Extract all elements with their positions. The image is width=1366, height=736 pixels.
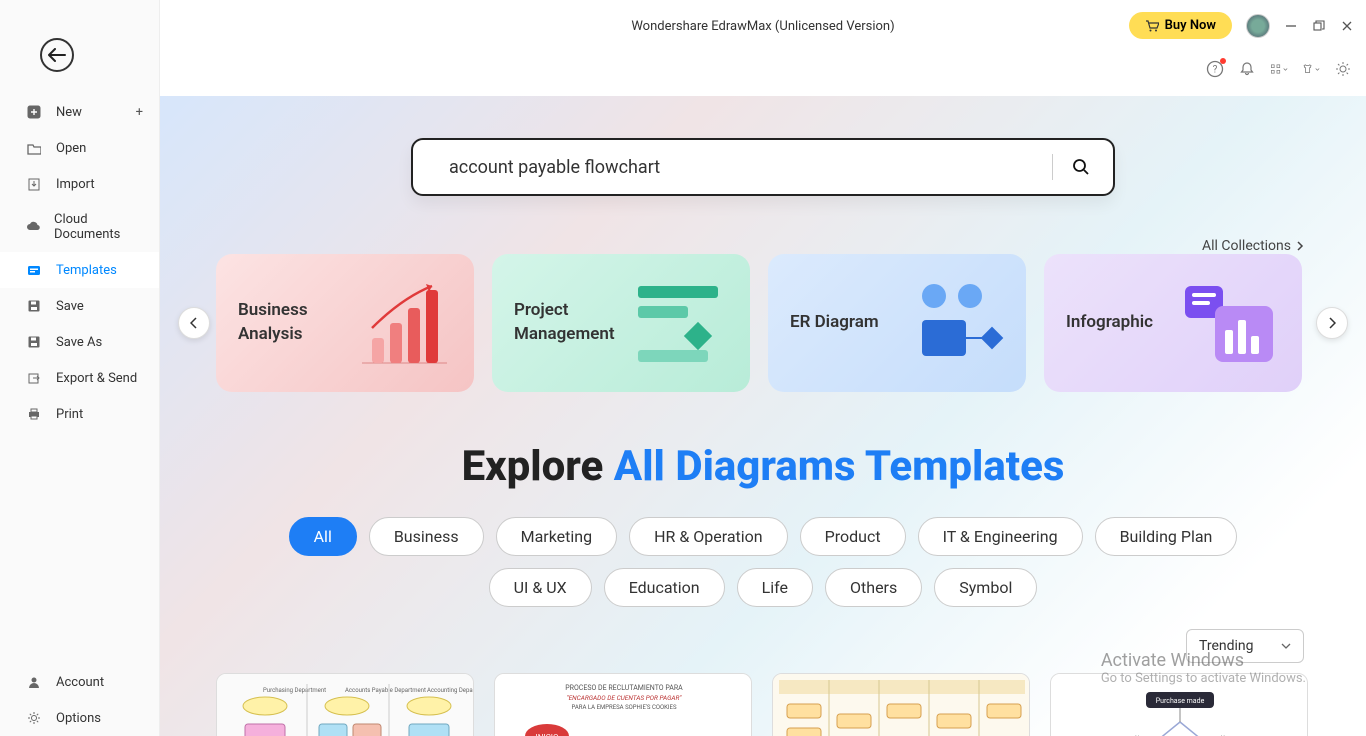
filter-chip-business[interactable]: Business bbox=[369, 517, 484, 556]
category-card-er-diagram[interactable]: ER Diagram bbox=[768, 254, 1026, 392]
apps-icon[interactable] bbox=[1270, 60, 1288, 78]
page-heading: Explore All Diagrams Templates bbox=[160, 442, 1366, 491]
template-thumbnail[interactable]: PROCESO DE RECLUTAMIENTO PARA "ENCARGADO … bbox=[494, 673, 752, 736]
sidebar-item-label: Options bbox=[56, 711, 101, 726]
template-thumbnail[interactable] bbox=[772, 673, 1030, 736]
filter-chip-others[interactable]: Others bbox=[825, 568, 922, 607]
sidebar-item-open[interactable]: Open bbox=[0, 130, 159, 166]
search-icon bbox=[1072, 158, 1090, 176]
sidebar-item-new[interactable]: New + bbox=[0, 94, 159, 130]
print-icon bbox=[26, 406, 42, 422]
carousel-prev-button[interactable] bbox=[178, 307, 210, 339]
template-thumbnail[interactable]: Purchasing Department Accounts Payable De… bbox=[216, 673, 474, 736]
gear-icon[interactable] bbox=[1334, 60, 1352, 78]
account-icon bbox=[26, 674, 42, 690]
main-area: Wondershare EdrawMax (Unlicensed Version… bbox=[160, 0, 1366, 736]
plus-icon: + bbox=[136, 105, 143, 120]
buy-now-button[interactable]: Buy Now bbox=[1129, 12, 1232, 39]
svg-text:PROCESO DE RECLUTAMIENTO PARA: PROCESO DE RECLUTAMIENTO PARA bbox=[565, 684, 683, 692]
bell-icon[interactable] bbox=[1238, 60, 1256, 78]
sidebar: New + Open Import Cloud Documents Templates Sa… bbox=[0, 0, 160, 736]
category-card-project-management[interactable]: Project Management bbox=[492, 254, 750, 392]
sort-dropdown[interactable]: Trending bbox=[1186, 629, 1304, 663]
import-icon bbox=[26, 176, 42, 192]
help-icon[interactable]: ? bbox=[1206, 60, 1224, 78]
options-icon bbox=[26, 710, 42, 726]
sidebar-item-label: Print bbox=[56, 407, 83, 422]
filter-chip-life[interactable]: Life bbox=[737, 568, 813, 607]
filter-chips: All Business Marketing HR & Operation Produc… bbox=[160, 517, 1366, 607]
cloud-documents-icon bbox=[26, 219, 40, 235]
sidebar-item-label: Import bbox=[56, 177, 95, 192]
search-button[interactable] bbox=[1069, 155, 1093, 179]
sidebar-item-label: Cloud Documents bbox=[54, 212, 143, 242]
new-icon bbox=[26, 104, 42, 120]
chevron-right-icon bbox=[1297, 241, 1304, 251]
filter-chip-it-engineering[interactable]: IT & Engineering bbox=[918, 517, 1083, 556]
arrow-left-icon bbox=[48, 48, 66, 62]
sidebar-item-save-as[interactable]: Save As bbox=[0, 324, 159, 360]
open-icon bbox=[26, 140, 42, 156]
app-title: Wondershare EdrawMax (Unlicensed Version… bbox=[631, 19, 894, 34]
template-thumbnail[interactable]: Purchase madeCreate Invoicefrom Template… bbox=[1050, 673, 1308, 736]
sidebar-item-label: Account bbox=[56, 675, 104, 690]
sidebar-item-label: Templates bbox=[56, 263, 117, 278]
category-card-infographic[interactable]: Infographic bbox=[1044, 254, 1302, 392]
sidebar-item-templates[interactable]: Templates bbox=[0, 252, 159, 288]
svg-text:?: ? bbox=[1213, 65, 1218, 76]
filter-chip-education[interactable]: Education bbox=[604, 568, 725, 607]
templates-icon bbox=[26, 262, 42, 278]
search-input[interactable] bbox=[449, 157, 1036, 178]
sidebar-item-account[interactable]: Account bbox=[0, 664, 159, 700]
secondary-toolbar: ? bbox=[1206, 60, 1352, 78]
title-bar: Wondershare EdrawMax (Unlicensed Version… bbox=[160, 0, 1366, 50]
svg-text:Accounts Payable Department: Accounts Payable Department bbox=[345, 687, 426, 694]
sidebar-item-save[interactable]: Save bbox=[0, 288, 159, 324]
tshirt-icon[interactable] bbox=[1302, 60, 1320, 78]
filter-chip-marketing[interactable]: Marketing bbox=[496, 517, 617, 556]
category-card-business-analysis[interactable]: Business Analysis bbox=[216, 254, 474, 392]
svg-text:"ENCARGADO DE CUENTAS POR PAGA: "ENCARGADO DE CUENTAS POR PAGAR" bbox=[567, 694, 683, 702]
sidebar-item-print[interactable]: Print bbox=[0, 396, 159, 432]
filter-chip-product[interactable]: Product bbox=[800, 517, 906, 556]
filter-chip-all[interactable]: All bbox=[289, 517, 357, 556]
minimize-button[interactable] bbox=[1284, 19, 1298, 33]
cart-icon bbox=[1145, 20, 1159, 32]
chevron-down-icon bbox=[1281, 643, 1291, 649]
user-avatar[interactable] bbox=[1246, 14, 1270, 38]
filter-chip-ui-ux[interactable]: UI & UX bbox=[489, 568, 592, 607]
sidebar-item-label: New bbox=[56, 105, 82, 120]
export-send-icon bbox=[26, 370, 42, 386]
all-collections-link[interactable]: All Collections bbox=[1202, 238, 1304, 254]
close-button[interactable] bbox=[1340, 19, 1354, 33]
filter-chip-symbol[interactable]: Symbol bbox=[934, 568, 1037, 607]
infographic-icon bbox=[1180, 278, 1280, 368]
sidebar-item-options[interactable]: Options bbox=[0, 700, 159, 736]
maximize-button[interactable] bbox=[1312, 19, 1326, 33]
sidebar-item-label: Save As bbox=[56, 335, 102, 350]
sidebar-item-import[interactable]: Import bbox=[0, 166, 159, 202]
save-icon bbox=[26, 298, 42, 314]
back-button[interactable] bbox=[40, 38, 74, 72]
save-as-icon bbox=[26, 334, 42, 350]
bar-growth-icon bbox=[352, 278, 452, 368]
content-area: All Collections Business Analysis Projec… bbox=[160, 96, 1366, 736]
sidebar-item-cloud-documents[interactable]: Cloud Documents bbox=[0, 202, 159, 252]
sidebar-item-export-send[interactable]: Export & Send bbox=[0, 360, 159, 396]
search-box bbox=[411, 138, 1115, 196]
sidebar-item-label: Open bbox=[56, 141, 86, 156]
gantt-icon bbox=[628, 278, 728, 368]
filter-chip-hr-operation[interactable]: HR & Operation bbox=[629, 517, 788, 556]
sidebar-item-label: Export & Send bbox=[56, 371, 137, 386]
filter-chip-building-plan[interactable]: Building Plan bbox=[1095, 517, 1238, 556]
sidebar-item-label: Save bbox=[56, 299, 84, 314]
carousel-next-button[interactable] bbox=[1316, 307, 1348, 339]
svg-text:PARA LA EMPRESA SOPHIE'S COOKI: PARA LA EMPRESA SOPHIE'S COOKIES bbox=[571, 704, 676, 711]
svg-text:Purchase made: Purchase made bbox=[1156, 697, 1205, 705]
template-row: Purchasing Department Accounts Payable De… bbox=[160, 673, 1366, 736]
er-diagram-icon bbox=[904, 278, 1004, 368]
svg-text:Purchasing Department: Purchasing Department bbox=[263, 687, 326, 694]
svg-text:Accounting Department: Accounting Department bbox=[427, 687, 474, 694]
category-carousel: Business Analysis Project Management ER … bbox=[160, 254, 1366, 392]
